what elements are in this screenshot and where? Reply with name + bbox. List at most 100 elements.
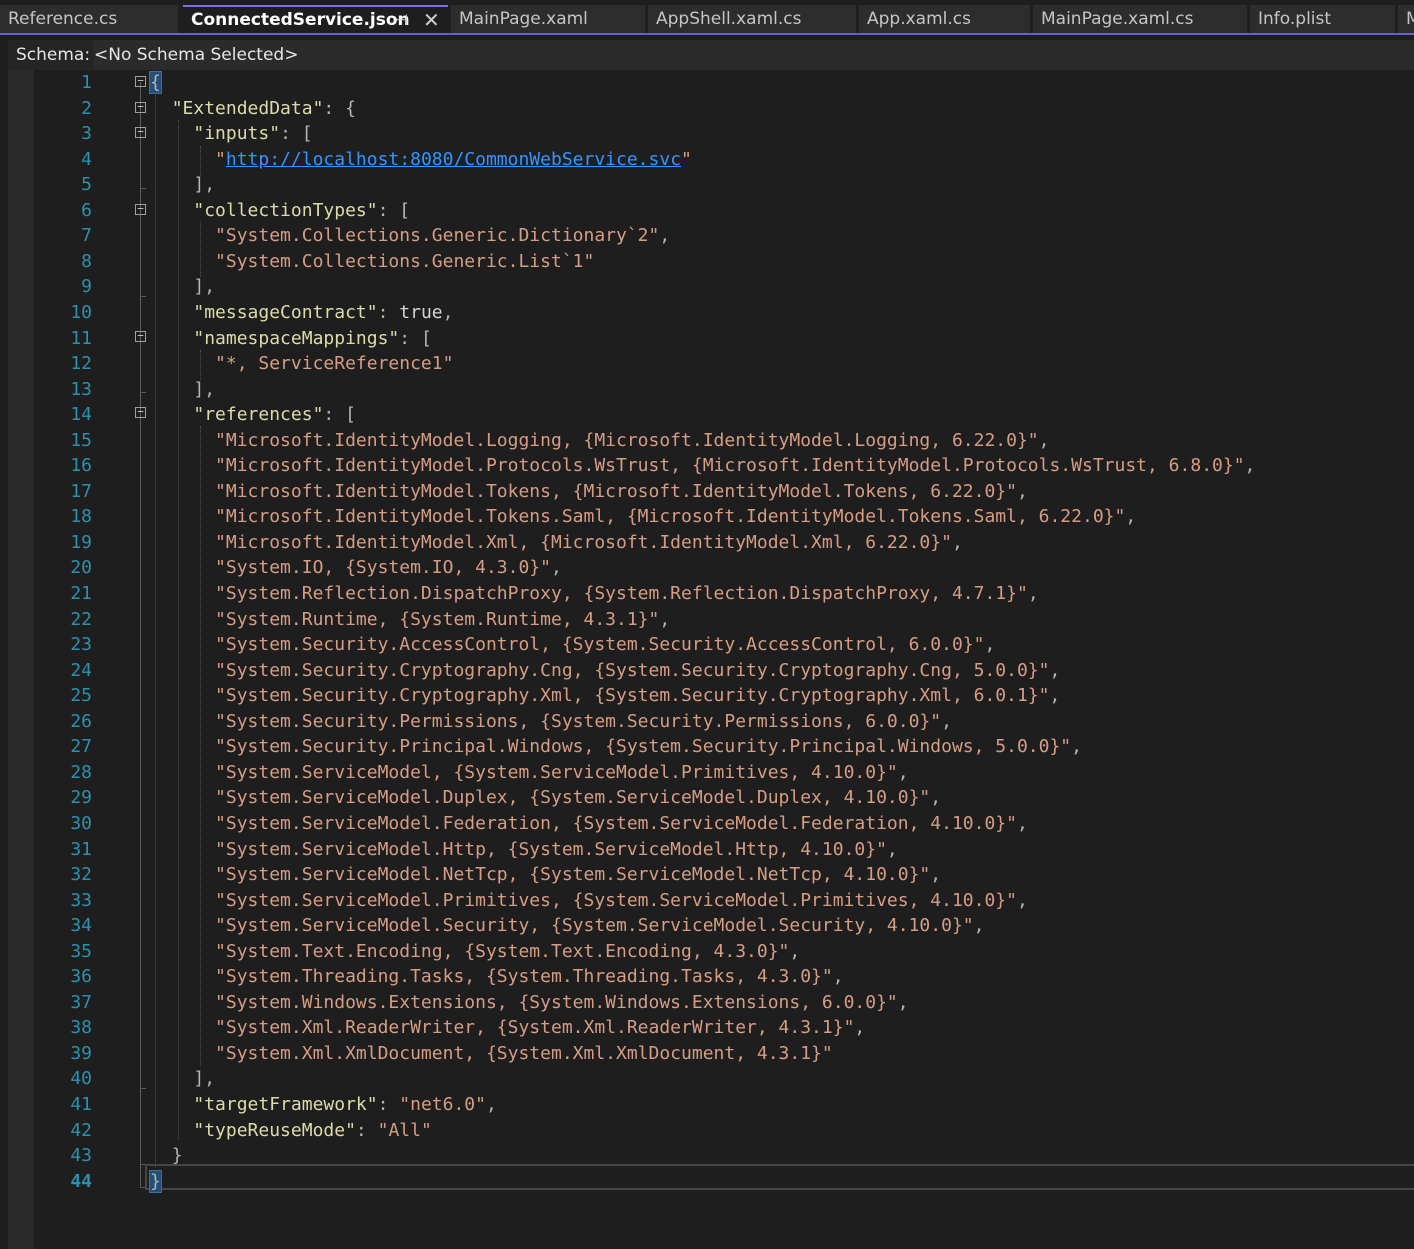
line-number: 9 — [81, 276, 92, 297]
line-number: 15 — [70, 430, 92, 451]
code-line[interactable]: "System.ServiceModel.Http, {System.Servi… — [150, 837, 898, 862]
code-line[interactable]: "messageContract": true, — [150, 300, 453, 325]
line-number: 16 — [70, 455, 92, 476]
code-line[interactable]: ], — [150, 377, 215, 402]
url-link[interactable]: http://localhost:8080/CommonWebService.s… — [226, 149, 681, 170]
line-number: 8 — [81, 251, 92, 272]
code-line[interactable]: "System.Collections.Generic.Dictionary`2… — [150, 223, 670, 248]
code-line[interactable]: "System.Security.Cryptography.Xml, {Syst… — [150, 683, 1060, 708]
tab-mainpage-xaml[interactable]: MainPage.xaml — [451, 5, 645, 33]
line-number: 14 — [70, 404, 92, 425]
schema-selector[interactable]: <No Schema Selected> — [94, 40, 1414, 70]
code-line[interactable]: ], — [150, 274, 215, 299]
code-line[interactable]: "references": [ — [150, 402, 356, 427]
code-line[interactable]: ], — [150, 1066, 215, 1091]
line-number: 32 — [70, 864, 92, 885]
code-line[interactable]: "System.Reflection.DispatchProxy, {Syste… — [150, 581, 1039, 606]
line-number: 26 — [70, 711, 92, 732]
outline-end-tick — [140, 1088, 146, 1089]
code-line[interactable]: "System.Runtime, {System.Runtime, 4.3.1}… — [150, 607, 670, 632]
line-number: 1 — [81, 72, 92, 93]
line-number: 3 — [81, 123, 92, 144]
code-line[interactable]: "System.ServiceModel.Security, {System.S… — [150, 913, 984, 938]
tab-label: App.xaml.cs — [867, 9, 971, 29]
code-line[interactable]: "Microsoft.IdentityModel.Tokens.Saml, {M… — [150, 504, 1136, 529]
code-line[interactable]: "namespaceMappings": [ — [150, 326, 431, 351]
line-number: 7 — [81, 225, 92, 246]
line-number: 2 — [81, 98, 92, 119]
code-line[interactable]: } — [150, 1143, 183, 1168]
line-number: 24 — [70, 660, 92, 681]
line-number: 37 — [70, 992, 92, 1013]
code-line[interactable]: { — [149, 70, 162, 95]
tab-app-xaml-cs[interactable]: App.xaml.cs — [859, 5, 1030, 33]
code-line[interactable]: "Microsoft.IdentityModel.Logging, {Micro… — [150, 428, 1049, 453]
line-number: 27 — [70, 736, 92, 757]
code-line[interactable]: "collectionTypes": [ — [150, 198, 410, 223]
code-line[interactable]: "System.Text.Encoding, {System.Text.Enco… — [150, 939, 800, 964]
editor-tab-strip: Reference.cs ConnectedService.json ⊣ ✕ M… — [0, 0, 1414, 35]
code-line[interactable]: "System.Security.Permissions, {System.Se… — [150, 709, 952, 734]
indicator-margin — [8, 70, 34, 1249]
code-line[interactable]: "targetFramework": "net6.0", — [150, 1092, 496, 1117]
code-line[interactable]: "http://localhost:8080/CommonWebService.… — [150, 147, 692, 172]
line-number: 41 — [70, 1094, 92, 1115]
outline-end-tick — [140, 188, 146, 189]
tab-appshell-xaml-cs[interactable]: AppShell.xaml.cs — [648, 5, 856, 33]
pin-icon[interactable]: ⊣ — [395, 7, 408, 33]
code-line[interactable]: "typeReuseMode": "All" — [150, 1118, 431, 1143]
code-line[interactable]: "Microsoft.IdentityModel.Xml, {Microsoft… — [150, 530, 963, 555]
tab-label: ConnectedService.json — [191, 10, 410, 30]
tab-info-plist[interactable]: Info.plist — [1250, 5, 1395, 33]
collapse-icon[interactable]: − — [135, 406, 146, 418]
line-number: 23 — [70, 634, 92, 655]
line-number: 11 — [70, 328, 92, 349]
collapse-icon[interactable]: − — [135, 101, 146, 113]
code-line[interactable]: "System.ServiceModel.Duplex, {System.Ser… — [150, 785, 941, 810]
code-line[interactable]: "*, ServiceReference1" — [150, 351, 453, 376]
code-line[interactable]: "System.IO, {System.IO, 4.3.0}", — [150, 555, 562, 580]
code-line[interactable]: "System.Security.AccessControl, {System.… — [150, 632, 995, 657]
tab-label: MainPage.xaml.cs — [1041, 9, 1194, 29]
code-line[interactable]: } — [149, 1169, 162, 1194]
line-number: 29 — [70, 787, 92, 808]
code-line[interactable]: "System.Windows.Extensions, {System.Wind… — [150, 990, 909, 1015]
line-number: 39 — [70, 1043, 92, 1064]
code-line[interactable]: "System.ServiceModel.Federation, {System… — [150, 811, 1028, 836]
line-number: 40 — [70, 1068, 92, 1089]
collapse-icon[interactable]: − — [135, 203, 146, 215]
tab-reference-cs[interactable]: Reference.cs — [0, 5, 178, 33]
collapse-icon[interactable]: − — [135, 75, 146, 87]
code-line[interactable]: "System.ServiceModel.Primitives, {System… — [150, 888, 1028, 913]
code-line[interactable]: "System.ServiceModel.NetTcp, {System.Ser… — [150, 862, 941, 887]
current-line-highlight — [145, 1164, 1414, 1190]
tab-mainpage-xaml-cs[interactable]: MainPage.xaml.cs — [1033, 5, 1247, 33]
collapse-icon[interactable]: − — [135, 330, 146, 342]
line-number: 20 — [70, 557, 92, 578]
line-number: 42 — [70, 1120, 92, 1141]
code-line[interactable]: "System.Security.Principal.Windows, {Sys… — [150, 734, 1082, 759]
code-line[interactable]: "inputs": [ — [150, 121, 312, 146]
code-line[interactable]: "Microsoft.IdentityModel.Protocols.WsTru… — [150, 453, 1255, 478]
line-number: 36 — [70, 966, 92, 987]
tab-overflow[interactable]: M — [1398, 5, 1414, 33]
outline-end-tick — [140, 392, 146, 393]
line-number: 19 — [70, 532, 92, 553]
code-line[interactable]: "ExtendedData": { — [150, 96, 356, 121]
line-number: 31 — [70, 839, 92, 860]
code-line[interactable]: "Microsoft.IdentityModel.Tokens, {Micros… — [150, 479, 1028, 504]
close-icon[interactable]: ✕ — [423, 7, 440, 33]
line-number: 30 — [70, 813, 92, 834]
line-number: 28 — [70, 762, 92, 783]
code-line[interactable]: "System.Collections.Generic.List`1" — [150, 249, 594, 274]
code-line[interactable]: "System.ServiceModel, {System.ServiceMod… — [150, 760, 909, 785]
code-line[interactable]: "System.Xml.ReaderWriter, {System.Xml.Re… — [150, 1015, 865, 1040]
code-line[interactable]: "System.Xml.XmlDocument, {System.Xml.Xml… — [150, 1041, 833, 1066]
line-number: 17 — [70, 481, 92, 502]
code-line[interactable]: ], — [150, 172, 215, 197]
code-line[interactable]: "System.Threading.Tasks, {System.Threadi… — [150, 964, 844, 989]
code-line[interactable]: "System.Security.Cryptography.Cng, {Syst… — [150, 658, 1060, 683]
line-number: 4 — [81, 149, 92, 170]
collapse-icon[interactable]: − — [135, 126, 146, 138]
tab-connectedservice-json[interactable]: ConnectedService.json ⊣ ✕ — [183, 5, 448, 33]
